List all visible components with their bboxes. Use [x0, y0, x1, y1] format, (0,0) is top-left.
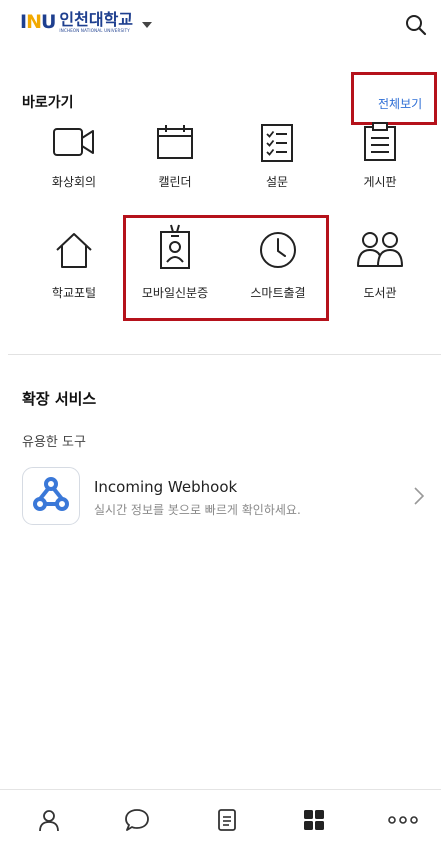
- shortcut-label: 학교포털: [51, 286, 97, 300]
- extensions-title: 확장 서비스: [22, 390, 97, 408]
- webhook-item[interactable]: Incoming Webhook 실시간 정보를 봇으로 빠르게 확인하세요.: [22, 467, 424, 527]
- chevron-right-icon[interactable]: [414, 487, 424, 505]
- clipboard-icon: [364, 122, 396, 161]
- shortcut-survey[interactable]: 설문: [232, 124, 322, 190]
- search-icon[interactable]: [405, 14, 427, 36]
- video-camera-icon: [53, 128, 94, 156]
- more-icon[interactable]: [388, 816, 418, 824]
- shortcut-label: 게시판: [363, 175, 397, 189]
- webhook-icon: [33, 477, 69, 511]
- webhook-description: 실시간 정보를 봇으로 빠르게 확인하세요.: [94, 503, 301, 517]
- section-divider: [8, 354, 441, 355]
- shortcut-label: 도서관: [363, 286, 397, 300]
- people-icon: [357, 232, 403, 267]
- app-header: INU 인천대학교 INCHEON NATIONAL UNIVERSITY: [0, 0, 441, 52]
- chat-bubble-icon[interactable]: [124, 808, 150, 832]
- checklist-icon: [261, 124, 293, 162]
- logo-title: 인천대학교: [59, 10, 134, 29]
- logo-subtitle: INCHEON NATIONAL UNIVERSITY: [59, 28, 130, 33]
- shortcut-library[interactable]: 도서관: [335, 230, 425, 301]
- home-icon: [56, 233, 92, 268]
- shortcut-board[interactable]: 게시판: [335, 122, 425, 190]
- grid-icon[interactable]: [303, 809, 325, 831]
- shortcut-video-conference[interactable]: 화상회의: [29, 124, 119, 190]
- bottom-tab-bar: [0, 789, 441, 847]
- shortcut-label: 캘린더: [158, 175, 192, 189]
- document-icon[interactable]: [217, 808, 237, 832]
- calendar-icon: [157, 125, 193, 159]
- caret-down-icon[interactable]: [142, 21, 153, 28]
- highlight-box-view-all: [351, 72, 437, 125]
- logo-mark: INU: [20, 11, 56, 33]
- shortcut-school-portal[interactable]: 학교포털: [29, 230, 119, 301]
- shortcut-label: 설문: [265, 175, 289, 189]
- person-icon[interactable]: [37, 808, 61, 832]
- shortcuts-title: 바로가기: [22, 95, 74, 111]
- highlight-box-shortcuts: [123, 215, 329, 321]
- shortcut-label: 화상회의: [51, 175, 97, 189]
- webhook-name: Incoming Webhook: [94, 478, 238, 496]
- shortcut-calendar[interactable]: 캘린더: [130, 124, 220, 190]
- extensions-subtitle: 유용한 도구: [22, 435, 86, 450]
- university-logo[interactable]: INU 인천대학교 INCHEON NATIONAL UNIVERSITY: [20, 10, 153, 33]
